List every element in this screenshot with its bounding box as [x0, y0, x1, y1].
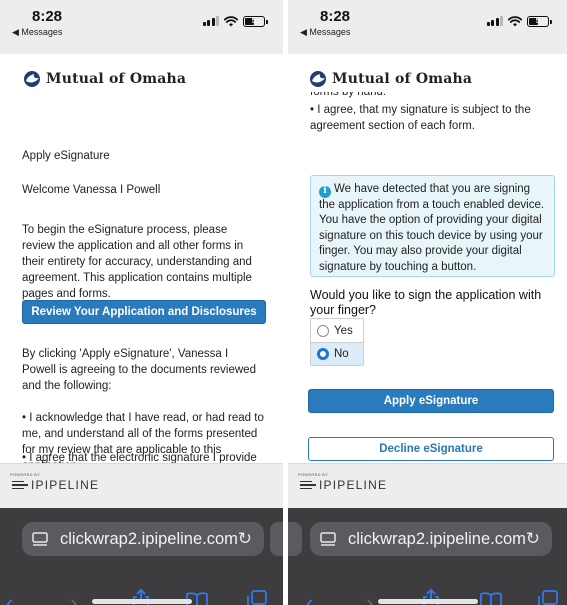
- signal-icon: [486, 16, 503, 26]
- ipipeline-logo: IPIPELINE: [12, 478, 99, 492]
- url-text: clickwrap2.ipipeline.com: [348, 529, 526, 548]
- left-screenshot: 8:28 ◀ Messages 5 Mutual of Omaha Apply …: [0, 0, 283, 605]
- powered-by-label: POWERED BY: [298, 472, 329, 477]
- radio-yes[interactable]: [317, 324, 329, 337]
- apply-esignature-button[interactable]: Apply eSignature: [308, 389, 554, 413]
- option-yes-label: Yes: [334, 324, 353, 337]
- brand-logo: Mutual of Omaha: [22, 70, 186, 88]
- info-icon: i: [319, 185, 331, 198]
- ipipeline-wordmark: IPIPELINE: [31, 478, 100, 492]
- ipipeline-logo: IPIPELINE: [300, 478, 387, 492]
- ipipeline-footer: POWERED BY IPIPELINE: [0, 463, 283, 509]
- home-indicator: [377, 599, 478, 604]
- tab-switcher-icon[interactable]: [246, 590, 268, 605]
- option-no-label: No: [334, 348, 349, 360]
- safari-toolbar: clickwrap2.ipipeline.com ↻ ‹ ›: [0, 508, 283, 605]
- page-heading: Apply eSignature: [22, 150, 110, 162]
- sign-with-finger-question: Would you like to sign the application w…: [310, 288, 542, 317]
- reload-icon[interactable]: ↻: [238, 529, 252, 549]
- status-bar: 8:28 ◀ Messages 5: [0, 0, 283, 54]
- status-icons: 5: [486, 14, 552, 28]
- battery-icon: 5: [527, 15, 552, 27]
- brand-logo-icon: [310, 71, 326, 87]
- prev-tab-peek: [288, 522, 302, 556]
- partial-line: forms by hand.: [310, 92, 387, 98]
- option-no[interactable]: No: [311, 342, 363, 365]
- tabs-icon[interactable]: [32, 532, 48, 546]
- ipipeline-wordmark: IPIPELINE: [319, 478, 388, 492]
- forward-icon[interactable]: ›: [70, 592, 77, 605]
- status-time: 8:28: [320, 8, 351, 25]
- wifi-icon: [224, 15, 238, 26]
- status-time: 8:28: [32, 8, 63, 25]
- tabs-icon[interactable]: [320, 532, 336, 546]
- brand-name: Mutual of Omaha: [46, 71, 187, 87]
- address-bar[interactable]: clickwrap2.ipipeline.com ↻: [310, 522, 552, 556]
- status-bar: 8:28 ◀ Messages 5: [288, 0, 567, 54]
- radio-no[interactable]: [317, 348, 329, 360]
- finger-signature-radio-group: Yes No: [310, 318, 364, 366]
- safari-toolbar: clickwrap2.ipipeline.com ↻ ‹ ›: [288, 508, 567, 605]
- battery-level: 5: [251, 16, 257, 25]
- url-text: clickwrap2.ipipeline.com: [60, 529, 238, 548]
- next-tab-peek: [270, 522, 283, 556]
- ipipeline-lines-icon: [12, 480, 28, 490]
- forward-icon[interactable]: ›: [366, 592, 373, 605]
- home-indicator: [91, 599, 192, 604]
- ipipeline-lines-icon: [300, 480, 316, 490]
- info-text: We have detected that you are signing th…: [319, 183, 545, 273]
- signal-icon: [202, 16, 219, 26]
- option-yes[interactable]: Yes: [311, 319, 363, 342]
- review-application-button[interactable]: Review Your Application and Disclosures: [22, 300, 266, 324]
- back-to-messages-link[interactable]: ◀ Messages: [12, 27, 62, 38]
- consent-paragraph: By clicking 'Apply eSignature', Vanessa …: [22, 348, 256, 392]
- brand-logo: Mutual of Omaha: [308, 70, 472, 88]
- wifi-icon: [508, 15, 522, 26]
- touch-device-info-box: i We have detected that you are signing t…: [310, 175, 555, 277]
- back-icon[interactable]: ‹: [6, 592, 13, 605]
- battery-level: 5: [535, 16, 541, 25]
- back-to-messages-link[interactable]: ◀ Messages: [300, 27, 350, 38]
- ipipeline-footer: POWERED BY IPIPELINE: [288, 463, 567, 508]
- brand-name: Mutual of Omaha: [332, 71, 473, 87]
- reload-icon[interactable]: ↻: [526, 529, 540, 549]
- bookmarks-icon[interactable]: [479, 592, 503, 605]
- right-screenshot: 8:28 ◀ Messages 5 Mutual of Omaha forms …: [288, 0, 567, 605]
- welcome-text: Welcome Vanessa I Powell: [22, 184, 161, 196]
- intro-paragraph: To begin the eSignature process, please …: [22, 224, 252, 300]
- back-icon[interactable]: ‹: [306, 592, 313, 605]
- powered-by-label: POWERED BY: [10, 472, 41, 477]
- address-bar[interactable]: clickwrap2.ipipeline.com ↻: [22, 522, 264, 556]
- battery-icon: 5: [243, 15, 268, 27]
- scrolled-text-clip: forms by hand.: [310, 92, 555, 102]
- status-icons: 5: [202, 14, 268, 28]
- tab-switcher-icon[interactable]: [537, 590, 559, 605]
- agreement-bullet: • I agree, that my signature is subject …: [310, 104, 531, 132]
- decline-esignature-button[interactable]: Decline eSignature: [308, 437, 554, 461]
- brand-logo-icon: [24, 71, 40, 87]
